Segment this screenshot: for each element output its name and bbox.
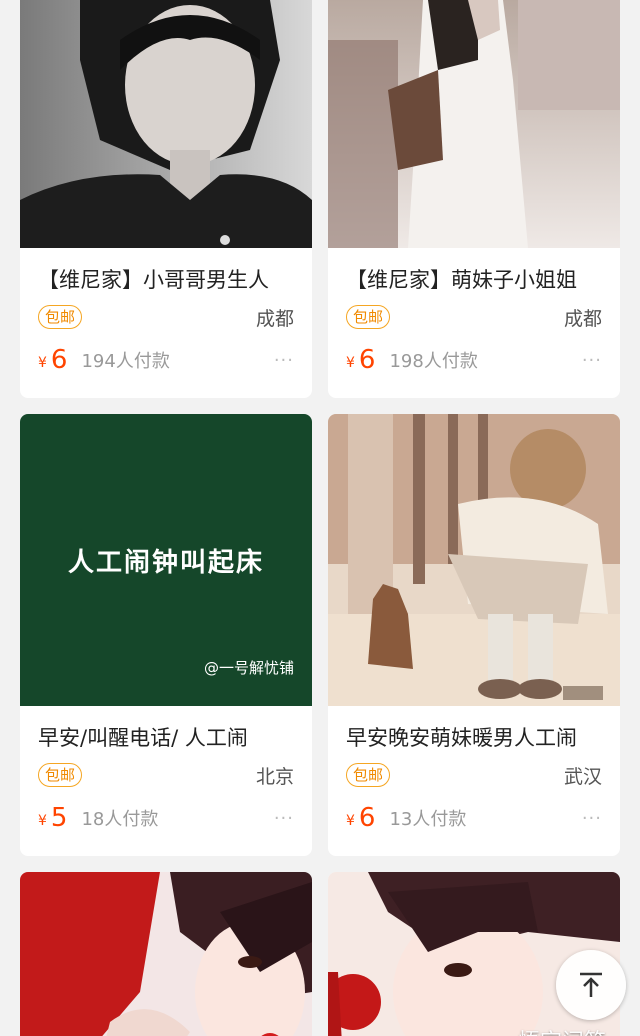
product-image[interactable] — [328, 414, 620, 706]
product-image[interactable]: 人工闹钟叫起床 @一号解忧铺 — [20, 414, 312, 706]
currency-symbol: ¥ — [346, 813, 355, 829]
watermark-text: 悟空问答 — [518, 1024, 606, 1036]
more-options-icon[interactable]: ··· — [582, 808, 602, 829]
sales-count: 194人付款 — [81, 351, 170, 372]
product-card[interactable] — [20, 872, 312, 1036]
free-shipping-badge: 包邮 — [346, 763, 391, 787]
arrow-up-to-top-icon — [580, 972, 602, 997]
image-caption-text: @一号解忧铺 — [203, 659, 294, 677]
free-shipping-badge: 包邮 — [38, 305, 83, 329]
watermark: 悟空问答 — [518, 1024, 606, 1036]
product-title[interactable]: 早安/叫醒电话/ 人工闹 — [38, 724, 294, 752]
product-image[interactable] — [20, 872, 312, 1036]
product-card[interactable]: 【维尼家】萌妹子小姐姐 包邮 成都 ¥ 6 198人付款 ··· — [328, 0, 620, 398]
sales-count: 13人付款 — [389, 809, 467, 830]
product-info: 【维尼家】小哥哥男生人 包邮 成都 ¥ 6 194人付款 ··· — [20, 266, 312, 376]
more-options-icon[interactable]: ··· — [274, 808, 294, 829]
currency-symbol: ¥ — [38, 813, 47, 829]
sales-count: 18人付款 — [81, 809, 159, 830]
product-info: 【维尼家】萌妹子小姐姐 包邮 成都 ¥ 6 198人付款 ··· — [328, 266, 620, 376]
more-options-icon[interactable]: ··· — [582, 350, 602, 371]
price: 5 — [50, 803, 68, 833]
location: 成都 — [255, 307, 294, 330]
product-card[interactable]: 早安晚安萌妹暖男人工闹 包邮 武汉 ¥ 6 13人付款 ··· — [328, 414, 620, 856]
product-card[interactable]: 【维尼家】小哥哥男生人 包邮 成都 ¥ 6 194人付款 ··· — [20, 0, 312, 398]
product-info: 早安晚安萌妹暖男人工闹 包邮 武汉 ¥ 6 13人付款 ··· — [328, 724, 620, 834]
location: 成都 — [563, 307, 602, 330]
currency-symbol: ¥ — [38, 355, 47, 371]
price: 6 — [50, 345, 68, 375]
product-title[interactable]: 【维尼家】萌妹子小姐姐 — [346, 266, 602, 294]
location: 武汉 — [563, 765, 602, 788]
free-shipping-badge: 包邮 — [38, 763, 83, 787]
image-title-text: 人工闹钟叫起床 — [67, 548, 264, 578]
product-grid: 【维尼家】小哥哥男生人 包邮 成都 ¥ 6 194人付款 ··· 【维尼家】萌妹… — [20, 0, 620, 1036]
product-info: 早安/叫醒电话/ 人工闹 包邮 北京 ¥ 5 18人付款 ··· — [20, 724, 312, 834]
product-image[interactable] — [20, 0, 312, 248]
back-to-top-button[interactable] — [556, 950, 626, 1020]
price: 6 — [358, 345, 376, 375]
product-image[interactable] — [328, 0, 620, 248]
free-shipping-badge: 包邮 — [346, 305, 391, 329]
price: 6 — [358, 803, 376, 833]
product-title[interactable]: 早安晚安萌妹暖男人工闹 — [346, 724, 602, 752]
product-title[interactable]: 【维尼家】小哥哥男生人 — [38, 266, 294, 294]
location: 北京 — [255, 765, 294, 788]
currency-symbol: ¥ — [346, 355, 355, 371]
sales-count: 198人付款 — [389, 351, 478, 372]
more-options-icon[interactable]: ··· — [274, 350, 294, 371]
product-card[interactable]: 人工闹钟叫起床 @一号解忧铺 早安/叫醒电话/ 人工闹 包邮 北京 ¥ 5 18… — [20, 414, 312, 856]
